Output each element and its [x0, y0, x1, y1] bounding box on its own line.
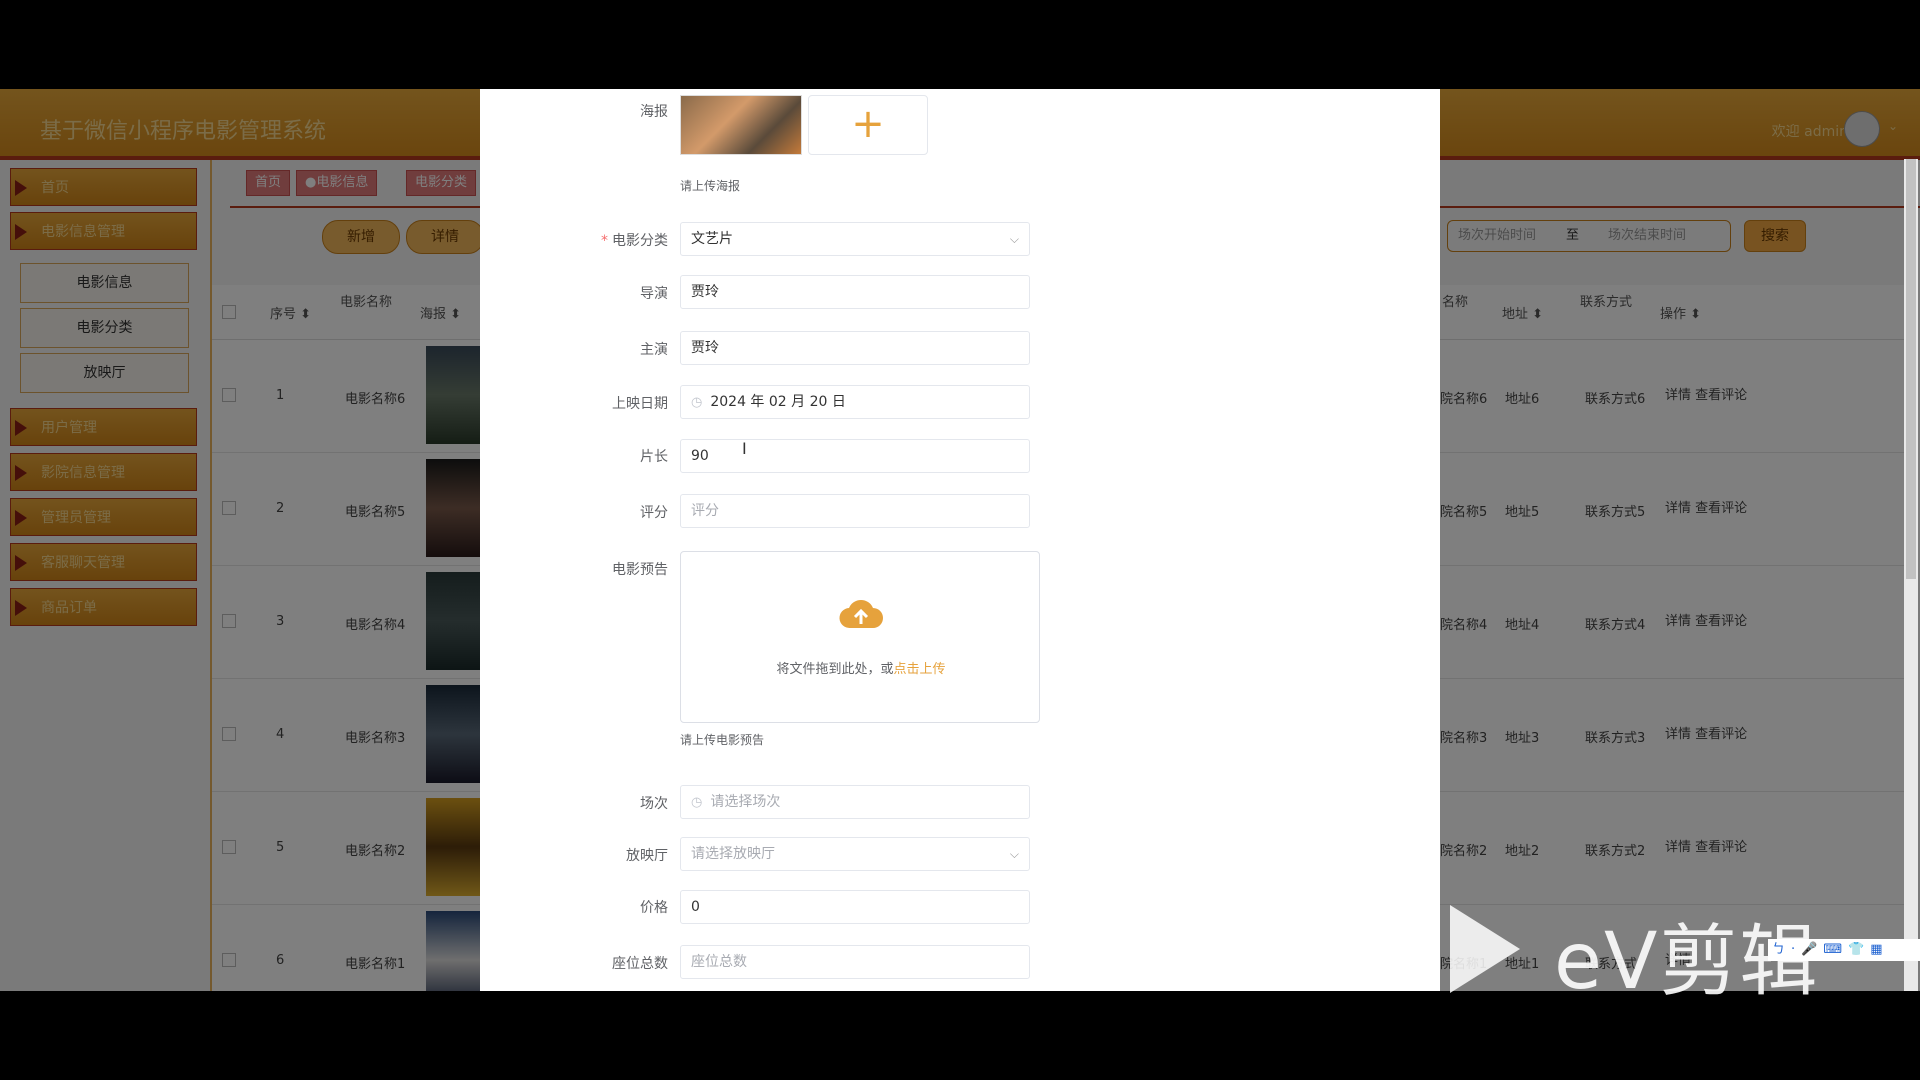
length-input[interactable]: 90	[680, 439, 1030, 473]
play-icon	[1450, 905, 1520, 993]
screen: 基于微信小程序电影管理系统 欢迎 admin ⌄ 首页 电影信息管理 电影信息 …	[0, 89, 1920, 991]
hall-label: 放映厅	[626, 848, 668, 864]
plus-icon[interactable]: +	[808, 95, 928, 155]
required-mark: *	[601, 233, 608, 249]
poster-hint: 请上传海报	[680, 179, 741, 193]
page-scrollbar[interactable]	[1904, 159, 1918, 991]
actor-input[interactable]: 贾玲	[680, 331, 1030, 365]
director-label: 导演	[640, 286, 668, 302]
seats-label: 座位总数	[612, 956, 668, 972]
poster-image[interactable]	[680, 95, 802, 155]
chevron-down-icon: ⌵	[1009, 847, 1019, 861]
trailer-label: 电影预告	[612, 562, 668, 578]
price-input[interactable]: 0	[680, 890, 1030, 924]
scrollbar-thumb[interactable]	[1906, 159, 1916, 579]
text-cursor-icon: Ι	[742, 439, 747, 458]
poster-label: 海报	[640, 104, 668, 120]
chevron-down-icon: ⌵	[1009, 232, 1019, 246]
director-input[interactable]: 贾玲	[680, 275, 1030, 309]
movie-edit-dialog: 海报 + 请上传海报 * 电影分类 文艺片 ⌵ 导演 贾玲 主演 贾玲 上映日期 ◷…	[480, 89, 1440, 991]
upload-cloud-icon	[839, 600, 883, 629]
session-label: 场次	[640, 796, 668, 812]
release-date-label: 上映日期	[612, 396, 668, 412]
release-date-picker[interactable]: ◷ 2024 年 02 月 20 日	[680, 385, 1030, 419]
hall-select[interactable]: 请选择放映厅 ⌵	[680, 837, 1030, 871]
clock-icon: ◷	[691, 395, 703, 410]
rating-label: 评分	[640, 505, 668, 521]
trailer-upload-dropzone[interactable]: 将文件拖到此处，或点击上传	[680, 551, 1040, 723]
click-upload-link[interactable]: 点击上传	[894, 662, 946, 677]
category-label: * 电影分类	[601, 233, 668, 249]
length-label: 片长	[640, 449, 668, 465]
seats-input[interactable]: 座位总数	[680, 945, 1030, 979]
session-picker[interactable]: ◷ 请选择场次	[680, 785, 1030, 819]
rating-input[interactable]: 评分	[680, 494, 1030, 528]
trailer-hint: 请上传电影预告	[680, 733, 765, 747]
clock-icon: ◷	[691, 795, 703, 810]
ev-watermark: eV剪辑 ㄅ·🎤⌨👕▦	[1450, 905, 1920, 1007]
category-select[interactable]: 文艺片 ⌵	[680, 222, 1030, 256]
dropzone-text: 将文件拖到此处，或点击上传	[776, 662, 946, 677]
price-label: 价格	[640, 900, 668, 916]
toolbar-icons: ㄅ·🎤⌨👕▦	[1768, 939, 1920, 961]
actor-label: 主演	[640, 342, 668, 358]
